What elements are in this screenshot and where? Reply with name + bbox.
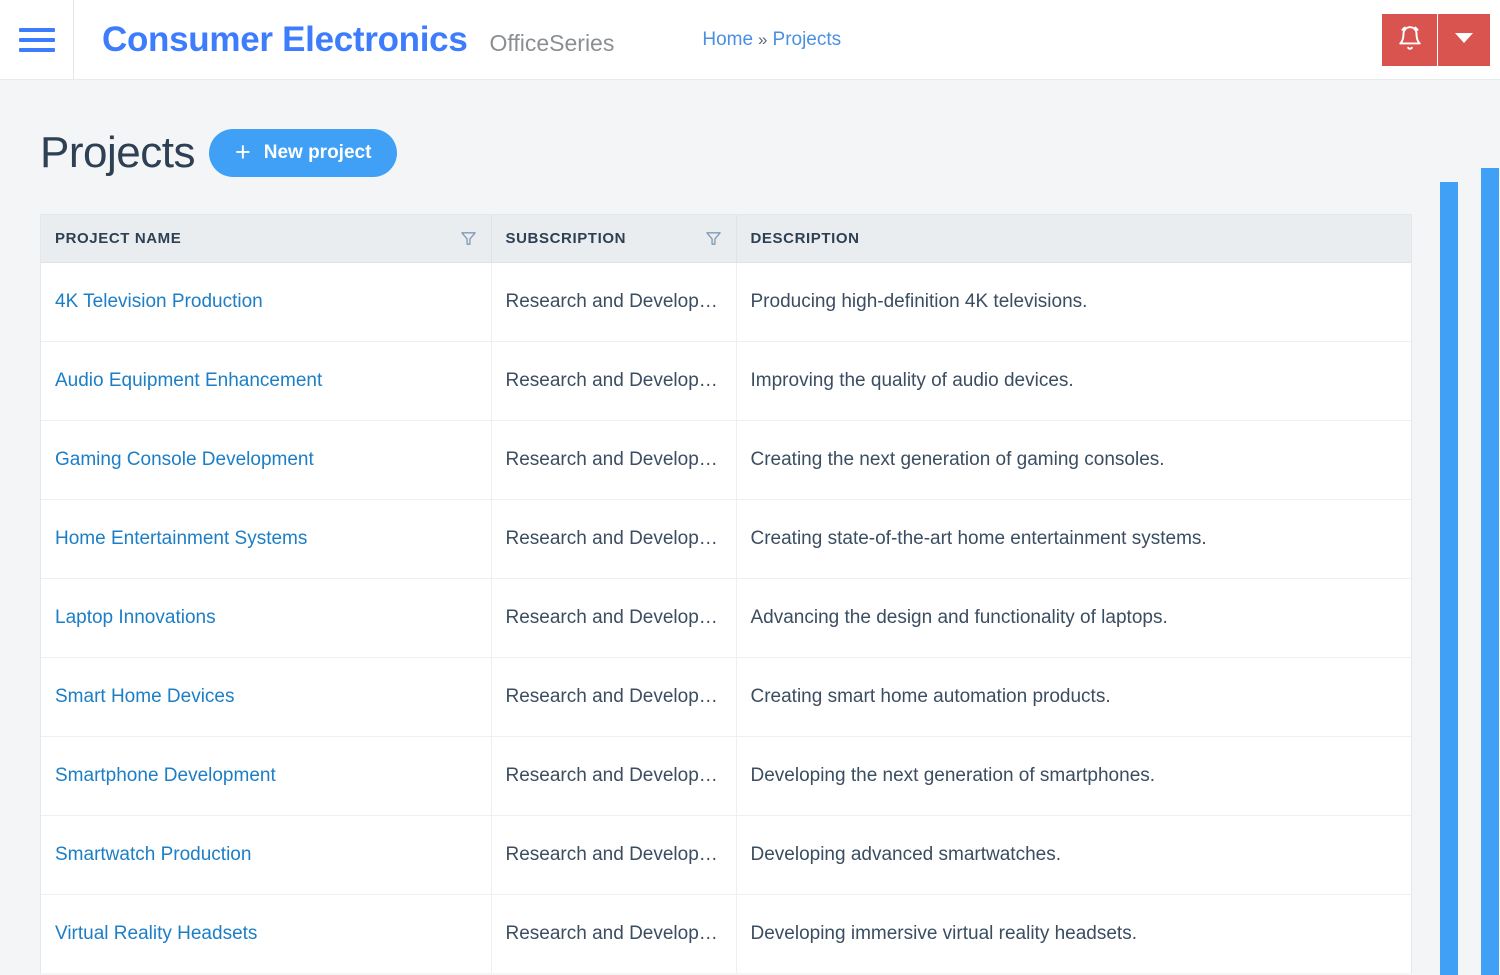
breadcrumb-item-home[interactable]: Home [702, 29, 753, 51]
column-header-subscription[interactable]: SUBSCRIPTION [491, 215, 736, 262]
table-row: 4K Television Production Research and Dev… [41, 262, 1411, 341]
project-name-link[interactable]: Smart Home Devices [55, 686, 235, 707]
cell-project-name: Smartwatch Production [41, 815, 491, 894]
cell-subscription: Research and Develop… [491, 657, 736, 736]
hamburger-line [19, 48, 55, 52]
cell-description: Developing immersive virtual reality hea… [736, 894, 1411, 973]
cell-subscription: Research and Develop… [491, 262, 736, 341]
breadcrumb-item-projects[interactable]: Projects [773, 29, 842, 51]
filter-funnel-icon[interactable] [460, 230, 477, 247]
table-header-row: PROJECT NAME SUBSCRIPTION [41, 215, 1411, 262]
new-project-button[interactable]: + New project [209, 129, 397, 177]
plus-icon: + [235, 139, 251, 166]
table-row: Home Entertainment Systems Research and D… [41, 499, 1411, 578]
cell-project-name: Smartphone Development [41, 736, 491, 815]
user-menu-dropdown-button[interactable] [1438, 14, 1490, 66]
table-body: 4K Television Production Research and Dev… [41, 262, 1411, 973]
project-name-link[interactable]: Gaming Console Development [55, 449, 314, 470]
project-name-link[interactable]: Smartwatch Production [55, 844, 251, 865]
caret-down-icon [1455, 31, 1473, 49]
cell-subscription: Research and Develop… [491, 420, 736, 499]
table-header: PROJECT NAME SUBSCRIPTION [41, 215, 1411, 262]
project-name-link[interactable]: Home Entertainment Systems [55, 528, 307, 549]
project-name-link[interactable]: Laptop Innovations [55, 607, 216, 628]
table-row: Smart Home Devices Research and Develop…C… [41, 657, 1411, 736]
cell-description: Producing high-definition 4K televisions… [736, 262, 1411, 341]
brand: Consumer Electronics OfficeSeries [74, 20, 614, 60]
breadcrumb: Home » Projects [702, 29, 841, 51]
table-row: Virtual Reality Headsets Research and Dev… [41, 894, 1411, 973]
page-scrollbar-thumb[interactable] [1481, 168, 1499, 975]
project-name-link[interactable]: 4K Television Production [55, 291, 263, 312]
cell-subscription: Research and Develop… [491, 815, 736, 894]
cell-project-name: Smart Home Devices [41, 657, 491, 736]
brand-subtitle: OfficeSeries [490, 30, 615, 57]
table-row: Audio Equipment Enhancement Research and … [41, 341, 1411, 420]
table-row: Laptop Innovations Research and Develop…A… [41, 578, 1411, 657]
cell-project-name: Gaming Console Development [41, 420, 491, 499]
cell-project-name: Audio Equipment Enhancement [41, 341, 491, 420]
cell-subscription: Research and Develop… [491, 341, 736, 420]
cell-project-name: Virtual Reality Headsets [41, 894, 491, 973]
cell-project-name: Home Entertainment Systems [41, 499, 491, 578]
page-title: Projects [40, 128, 195, 178]
cell-project-name: 4K Television Production [41, 262, 491, 341]
projects-table: PROJECT NAME SUBSCRIPTION [41, 215, 1411, 973]
bell-icon [1397, 25, 1423, 56]
inner-scrollbar-thumb[interactable] [1440, 182, 1458, 975]
cell-description: Creating smart home automation products. [736, 657, 1411, 736]
column-header-label: PROJECT NAME [55, 230, 181, 247]
cell-description: Developing the next generation of smartp… [736, 736, 1411, 815]
cell-project-name: Laptop Innovations [41, 578, 491, 657]
projects-table-container: PROJECT NAME SUBSCRIPTION [40, 214, 1412, 973]
cell-subscription: Research and Develop… [491, 578, 736, 657]
main-content: Projects + New project PROJECT NAME [0, 80, 1500, 973]
project-name-link[interactable]: Smartphone Development [55, 765, 276, 786]
cell-subscription: Research and Develop… [491, 736, 736, 815]
page-header: Projects + New project [40, 80, 1500, 214]
brand-title[interactable]: Consumer Electronics [102, 20, 468, 60]
app-header: Consumer Electronics OfficeSeries Home »… [0, 0, 1500, 80]
cell-description: Creating state-of-the-art home entertain… [736, 499, 1411, 578]
cell-description: Improving the quality of audio devices. [736, 341, 1411, 420]
cell-description: Creating the next generation of gaming c… [736, 420, 1411, 499]
table-row: Smartphone Development Research and Devel… [41, 736, 1411, 815]
cell-description: Advancing the design and functionality o… [736, 578, 1411, 657]
hamburger-line [19, 28, 55, 32]
cell-subscription: Research and Develop… [491, 499, 736, 578]
new-project-button-label: New project [264, 142, 372, 164]
table-row: Smartwatch Production Research and Develo… [41, 815, 1411, 894]
cell-description: Developing advanced smartwatches. [736, 815, 1411, 894]
project-name-link[interactable]: Audio Equipment Enhancement [55, 370, 322, 391]
column-header-label: DESCRIPTION [751, 230, 860, 247]
column-header-project-name[interactable]: PROJECT NAME [41, 215, 491, 262]
project-name-link[interactable]: Virtual Reality Headsets [55, 923, 257, 944]
header-actions [1382, 0, 1500, 80]
table-row: Gaming Console Development Research and D… [41, 420, 1411, 499]
column-header-description[interactable]: DESCRIPTION [736, 215, 1411, 262]
filter-funnel-icon[interactable] [705, 230, 722, 247]
column-header-label: SUBSCRIPTION [506, 230, 627, 247]
breadcrumb-separator: » [758, 30, 767, 50]
hamburger-line [19, 38, 55, 42]
cell-subscription: Research and Develop… [491, 894, 736, 973]
hamburger-icon[interactable] [0, 0, 74, 80]
notifications-button[interactable] [1382, 14, 1438, 66]
